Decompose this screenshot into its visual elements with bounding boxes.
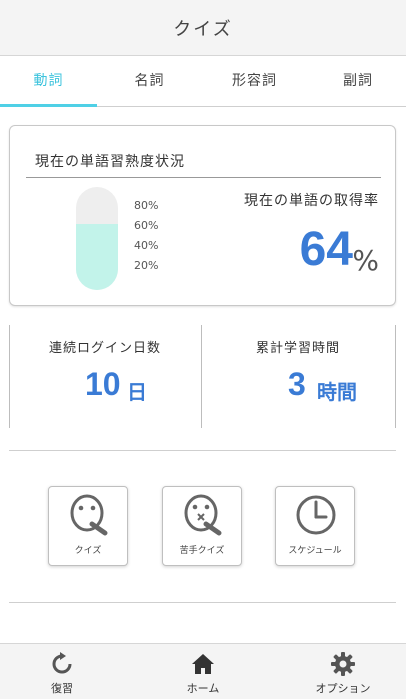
weak-quiz-button-label: 苦手クイズ [179, 546, 225, 556]
study-time-label: 累計学習時間 [255, 341, 340, 356]
nav-review-label: 復習 [51, 682, 73, 695]
tab-noun[interactable]: 名詞 [101, 56, 198, 107]
quiz-button-label: クイズ [74, 546, 102, 556]
nav-home-label: ホーム [186, 682, 220, 695]
weak-quiz-button[interactable]: 苦手クイズ [162, 486, 242, 566]
section-divider-bottom [9, 602, 396, 603]
gauge-tick-40: 40% [134, 239, 159, 252]
login-streak-value: 10 [85, 366, 121, 402]
quiz-face-icon [70, 494, 108, 536]
title-divider [26, 177, 381, 178]
proficiency-gauge-fill [76, 224, 118, 290]
quiz-button[interactable]: クイズ [48, 486, 128, 566]
home-icon [192, 654, 214, 674]
section-divider-top [9, 450, 396, 451]
study-time-unit: 時間 [317, 380, 357, 404]
gauge-tick-60: 60% [134, 219, 159, 232]
schedule-button-label: スケジュール [288, 546, 342, 556]
proficiency-title: 現在の単語習熟度状況 [35, 154, 185, 170]
tab-adjective[interactable]: 形容詞 [203, 56, 306, 107]
login-streak-label: 連続ログイン日数 [48, 341, 161, 356]
acquisition-rate-value: 64 [299, 223, 353, 276]
clock-icon [296, 495, 336, 535]
study-time-value: 3 [288, 366, 306, 402]
nav-options-label: オプション [315, 682, 371, 695]
weak-quiz-face-icon [184, 494, 222, 536]
nav-review[interactable]: 復習 [12, 644, 112, 699]
nav-home[interactable]: ホーム [153, 644, 253, 699]
active-tab-indicator [0, 104, 97, 107]
proficiency-gauge [76, 187, 118, 290]
schedule-button[interactable]: スケジュール [275, 486, 355, 566]
app-header: クイズ [0, 0, 406, 56]
login-streak-unit: 日 [127, 380, 147, 404]
gauge-tick-80: 80% [134, 199, 159, 212]
page-title: クイズ [173, 19, 233, 40]
nav-options[interactable]: オプション [293, 644, 393, 699]
proficiency-card: 現在の単語習熟度状況 80% 60% 40% 20% 現在の単語の取得率 64 … [9, 125, 396, 306]
stats-panel: 連続ログイン日数 10 日 累計学習時間 3 時間 [9, 325, 396, 428]
bottom-navigation: 復習 ホーム オプション [0, 643, 406, 699]
tab-adverb[interactable]: 副詞 [310, 56, 406, 107]
acquisition-rate-label: 現在の単語の取得率 [244, 193, 379, 209]
stats-divider-right [395, 325, 396, 428]
tab-verb[interactable]: 動詞 [0, 56, 97, 107]
word-type-tabs: 動詞 名詞 形容詞 副詞 [0, 56, 406, 107]
gear-icon [331, 652, 355, 676]
refresh-icon [52, 652, 72, 674]
acquisition-rate-unit: % [352, 244, 379, 277]
gauge-tick-20: 20% [134, 259, 159, 272]
